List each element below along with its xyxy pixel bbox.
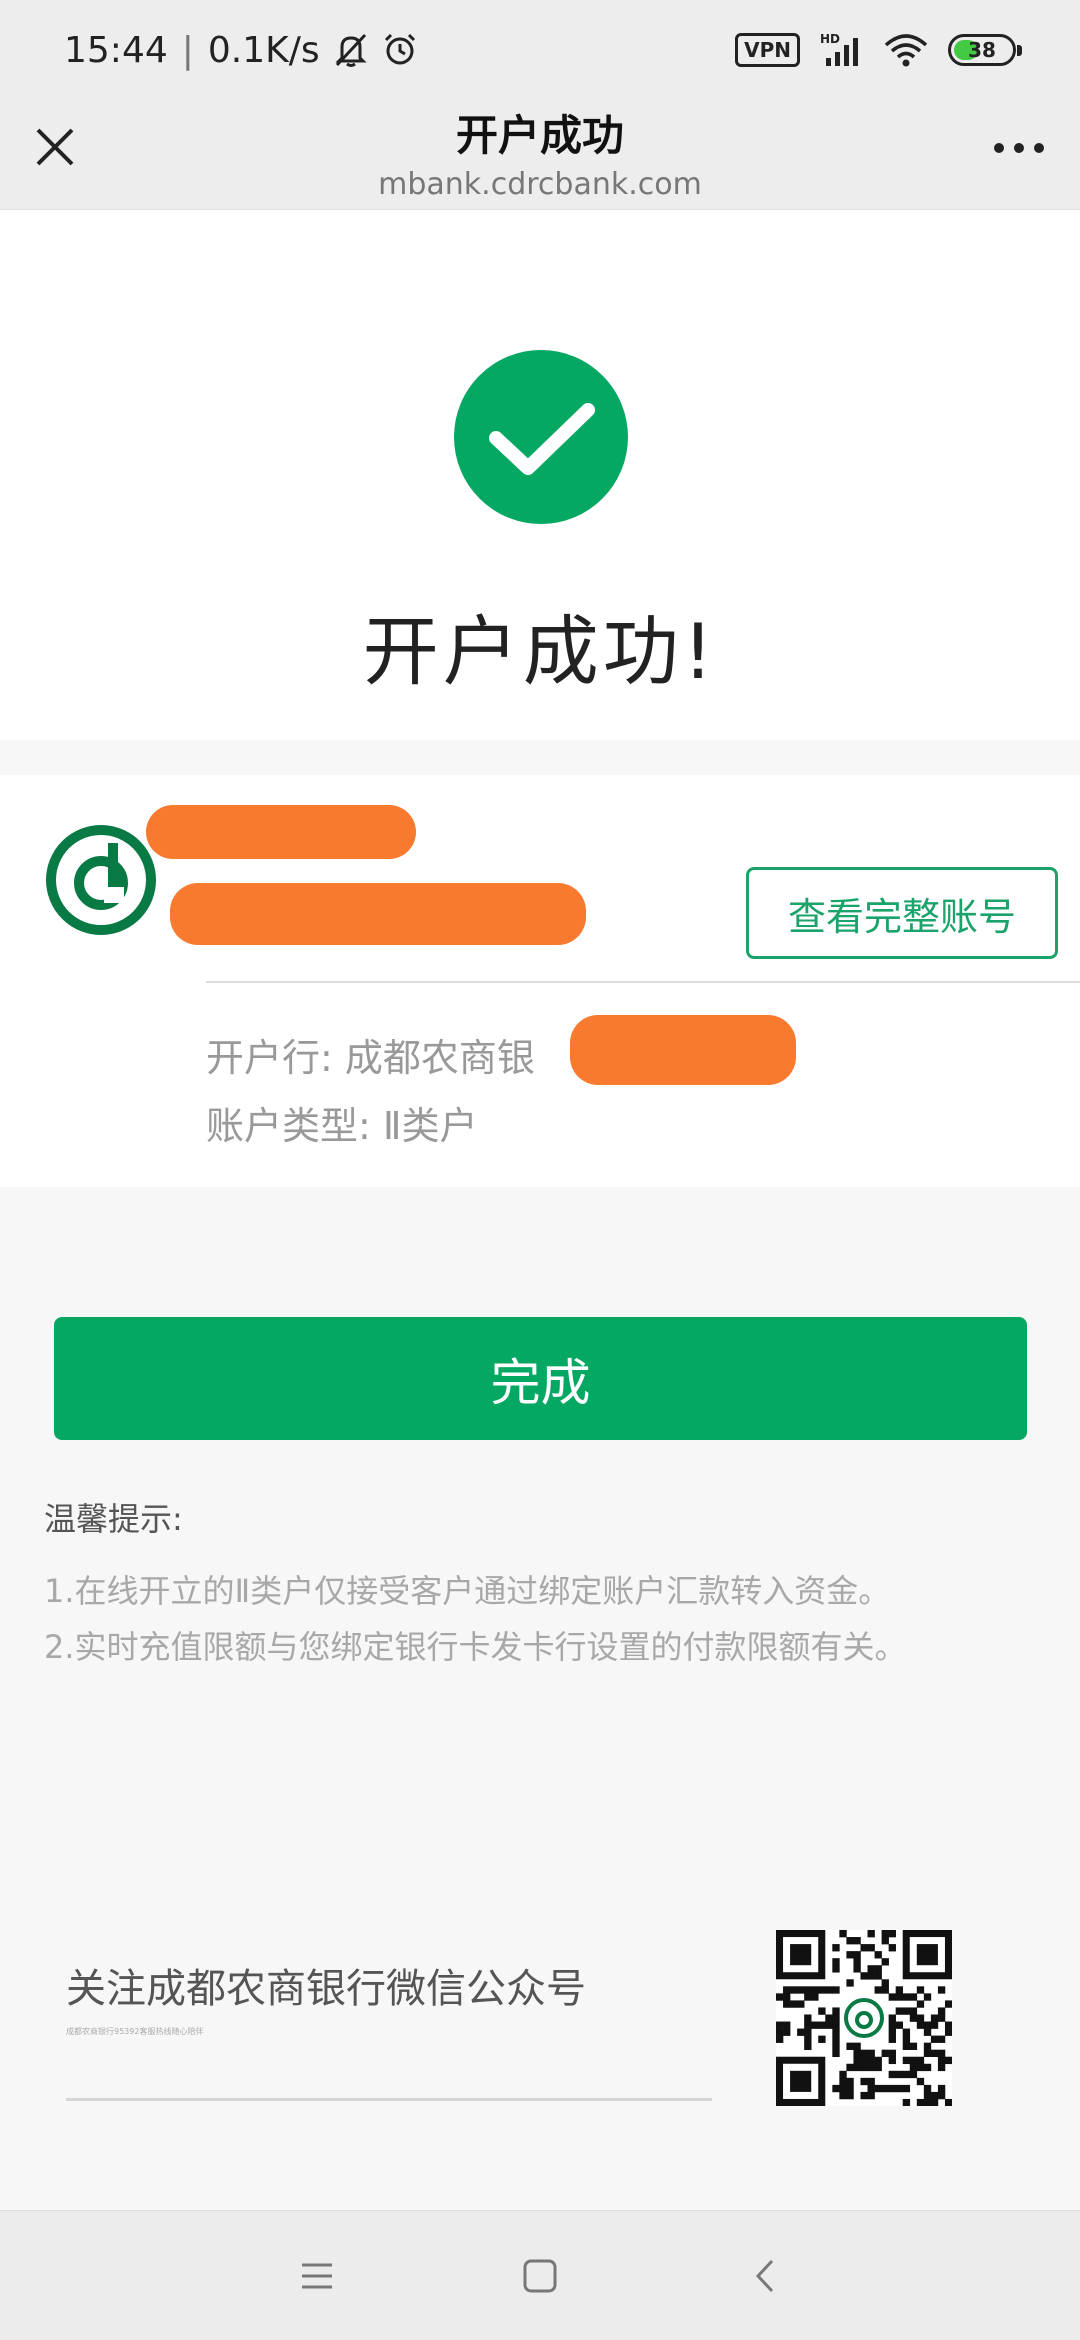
follow-wechat-title: 关注成都农商银行微信公众号 xyxy=(66,1966,586,2012)
bank-branch-label: 开户行: xyxy=(206,1036,333,1080)
wifi-icon xyxy=(884,34,928,67)
account-type-label: 账户类型: xyxy=(206,1104,371,1148)
vpn-badge: VPN xyxy=(735,33,800,67)
title-wrap: 开户成功 mbank.cdrcbank.com xyxy=(0,100,1080,202)
home-square-icon[interactable] xyxy=(515,2251,565,2301)
battery-indicator: 38 xyxy=(948,34,1022,66)
page-title: 开户成功 xyxy=(455,111,624,160)
account-type-row: 账户类型: Ⅱ类户 xyxy=(206,1095,478,1150)
follow-wechat-subtitle: 成都农商银行95392客服热线随心陪伴 xyxy=(66,2027,204,2036)
alarm-icon xyxy=(384,33,415,65)
status-net-speed: 0.1K/s xyxy=(207,29,320,71)
view-full-account-button[interactable]: 查看完整账号 xyxy=(746,867,1058,959)
status-bar: 15:44 | 0.1K/s VPN HD 38 xyxy=(0,0,1080,100)
tip-line-1: 1.在线开立的Ⅱ类户仅接受客户通过绑定账户汇款转入资金。 xyxy=(44,1572,891,1610)
page-url: mbank.cdrcbank.com xyxy=(378,167,702,202)
follow-divider xyxy=(66,2098,712,2101)
bank-branch-value: 成都农商银 xyxy=(344,1036,535,1080)
redacted-account-number xyxy=(170,883,586,945)
check-circle-icon xyxy=(454,350,628,524)
bank-branch-row: 开户行: 成都农商银 xyxy=(206,1027,535,1082)
done-button[interactable]: 完成 xyxy=(54,1317,1027,1440)
signal-icon: HD xyxy=(820,32,858,66)
account-card: 查看完整账号 开户行: 成都农商银 账户类型: Ⅱ类户 xyxy=(0,775,1080,1187)
account-type-value: Ⅱ类户 xyxy=(382,1104,478,1148)
bank-logo-icon xyxy=(46,825,156,935)
back-chevron-icon[interactable] xyxy=(740,2251,790,2301)
redacted-bank-branch xyxy=(570,1015,796,1085)
signal-hd-label: HD xyxy=(820,32,840,46)
status-left: 15:44 | 0.1K/s xyxy=(64,30,418,71)
menu-icon[interactable] xyxy=(292,2251,342,2301)
tip-line-2: 2.实时充值限额与您绑定银行卡发卡行设置的付款限额有关。 xyxy=(44,1628,907,1666)
status-separator: | xyxy=(181,29,194,71)
account-divider xyxy=(206,981,1080,983)
status-right: VPN HD 38 xyxy=(735,32,1022,68)
success-message: 开户成功! xyxy=(362,607,718,696)
redacted-account-name xyxy=(146,805,416,859)
success-section: 开户成功! xyxy=(0,210,1080,740)
bell-muted-icon xyxy=(335,33,367,67)
more-dots-icon[interactable] xyxy=(992,140,1046,156)
status-time: 15:44 xyxy=(64,29,168,71)
system-nav-bar xyxy=(0,2210,1080,2340)
battery-level: 38 xyxy=(968,38,996,62)
qr-code-icon[interactable] xyxy=(776,1930,952,2106)
title-bar: 开户成功 mbank.cdrcbank.com xyxy=(0,100,1080,210)
page: 15:44 | 0.1K/s VPN HD 38 开户成功 mbank.cdrc… xyxy=(0,0,1080,2340)
tips-title: 温馨提示: xyxy=(44,1500,183,1538)
